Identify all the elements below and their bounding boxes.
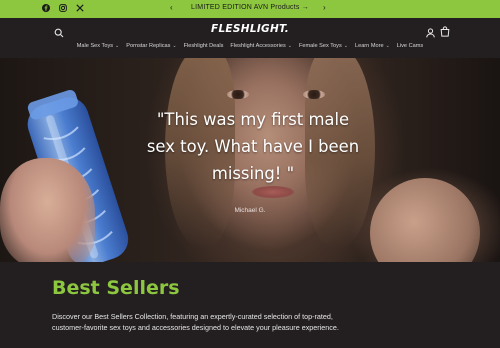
nav-item-female-sex-toys[interactable]: Female Sex Toys ⌄ — [299, 43, 348, 49]
announcement-next-button[interactable]: › — [323, 3, 326, 12]
hero-image-lips — [252, 186, 294, 198]
chevron-down-icon: ⌄ — [385, 43, 390, 49]
nav-item-fleshlight-deals[interactable]: Fleshlight Deals — [184, 43, 224, 49]
chevron-down-icon: ⌄ — [115, 43, 120, 49]
hero-image-shoulder — [370, 178, 480, 262]
announcement-bar: ‹ LIMITED EDITION AVN Products → › — [0, 0, 500, 18]
chevron-down-icon: ⌄ — [172, 43, 177, 49]
nav-item-learn-more[interactable]: Learn More ⌄ — [355, 43, 390, 49]
section-title: Best Sellers — [52, 277, 180, 299]
best-sellers-section: Best Sellers Discover our Best Sellers C… — [0, 262, 500, 348]
site-logo[interactable]: FLESHLIGHT. — [0, 23, 500, 35]
nav-item-pornstar-replicas[interactable]: Pornstar Replicas ⌄ — [126, 43, 176, 49]
chevron-down-icon: ⌄ — [343, 43, 348, 49]
nav-item-male-sex-toys[interactable]: Male Sex Toys ⌄ — [77, 43, 119, 49]
testimonial-author: Michael G. — [234, 207, 266, 214]
hero-image-eye — [303, 90, 325, 99]
nav-item-fleshlight-accessories[interactable]: Fleshlight Accessories ⌄ — [230, 43, 292, 49]
chevron-down-icon: ⌄ — [287, 43, 292, 49]
announcement-text[interactable]: LIMITED EDITION AVN Products → — [0, 4, 500, 11]
testimonial-quote: "This was my first male sex toy. What ha… — [146, 110, 360, 183]
cart-icon[interactable] — [440, 24, 450, 37]
main-nav: Male Sex Toys ⌄ Pornstar Replicas ⌄ Fleshl… — [0, 43, 500, 49]
site-header: FLESHLIGHT. Male Sex Toys ⌄ Pornstar Repl… — [0, 18, 500, 58]
account-icon[interactable] — [426, 25, 435, 38]
section-description: Discover our Best Sellers Collection, fe… — [52, 312, 339, 332]
hero-banner[interactable]: "This was my first male sex toy. What ha… — [0, 58, 500, 262]
hero-image-eye — [227, 90, 249, 99]
nav-item-live-cams[interactable]: Live Cams — [397, 43, 423, 49]
